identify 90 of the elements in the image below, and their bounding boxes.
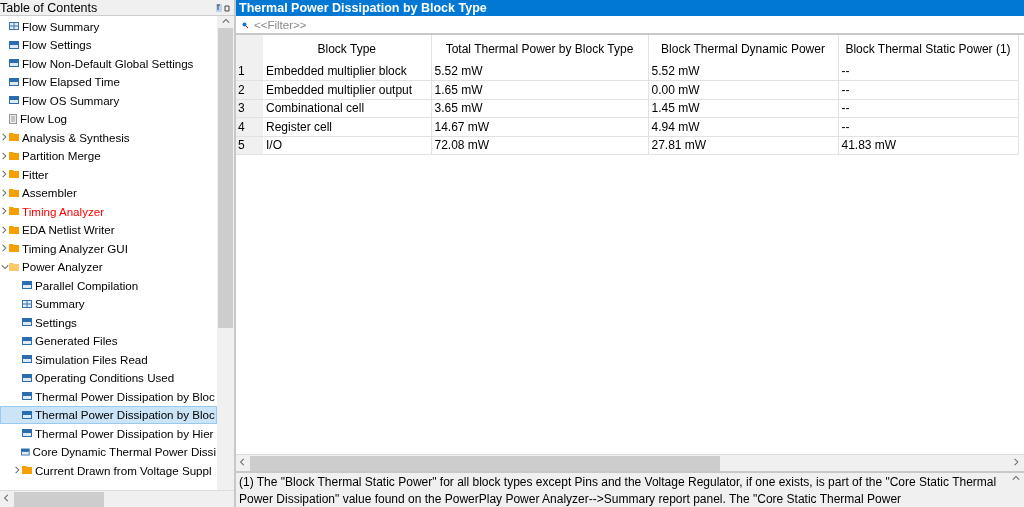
table-icon [22, 429, 32, 438]
table-cell: 14.67 mW [431, 117, 648, 136]
tree-item[interactable]: Thermal Power Dissipation by Hier [0, 424, 217, 443]
table-cell: 5.52 mW [431, 62, 648, 81]
scroll-up-icon[interactable] [221, 16, 230, 26]
table-cell: 5.52 mW [648, 62, 838, 81]
collapsed-chevron-icon[interactable] [1, 187, 9, 198]
collapsed-chevron-icon[interactable] [1, 132, 9, 143]
table-cell: 72.08 mW [431, 136, 648, 155]
table-icon [9, 96, 19, 105]
tree-item[interactable]: Simulation Files Read [0, 350, 217, 369]
tree-item[interactable]: Settings [0, 313, 217, 332]
tree-item[interactable]: Partition Merge [0, 146, 217, 165]
tree-item[interactable]: Flow Log [0, 109, 217, 128]
row-number: 1 [236, 62, 263, 81]
tree-item[interactable]: Flow Elapsed Time [0, 72, 217, 91]
report-title: Thermal Power Dissipation by Block Type [236, 0, 1024, 16]
collapsed-chevron-icon[interactable] [1, 150, 9, 161]
table-icon [22, 355, 32, 364]
horizontal-scrollbar[interactable] [236, 454, 1024, 471]
footnote-text: (1) The "Block Thermal Static Power" for all block types except Pins and the Voltage Regulator, if one exists, is part of the "Core Static Thermal Power Dissipation" value found on the PowerPlay Power Analyzer-->Summary report panel. The "Core Static Thermal Power [238, 474, 998, 507]
collapsed-chevron-icon[interactable] [1, 224, 9, 235]
table-cell: 4.94 mW [648, 117, 838, 136]
tree-item[interactable]: EDA Netlist Writer [0, 220, 217, 239]
pin-icon[interactable] [216, 3, 230, 12]
search-icon [242, 21, 248, 28]
tree-item[interactable]: Thermal Power Dissipation by Bloc [0, 405, 217, 424]
tree-item[interactable]: Fitter [0, 165, 217, 184]
tree-item[interactable]: Thermal Power Dissipation by Bloc [0, 387, 217, 406]
horizontal-scrollbar[interactable] [0, 490, 234, 507]
scroll-left-icon[interactable] [3, 493, 11, 503]
collapsed-chevron-icon[interactable] [1, 169, 9, 180]
folder-icon [22, 466, 32, 475]
column-header[interactable]: Total Thermal Power by Block Type [431, 35, 648, 62]
table-cell: Embedded multiplier block [263, 62, 431, 81]
tree-item[interactable]: Operating Conditions Used [0, 368, 217, 387]
table-icon [22, 410, 32, 419]
scroll-up-icon[interactable] [1011, 473, 1020, 483]
tree-item[interactable]: Timing Analyzer [0, 202, 217, 221]
table-icon [9, 59, 19, 68]
table-cell: -- [838, 80, 1018, 99]
table-cell: -- [838, 117, 1018, 136]
table-cell: -- [838, 62, 1018, 81]
column-header[interactable]: Block Type [263, 35, 431, 62]
table-icon [22, 373, 32, 382]
table-icon [20, 447, 30, 456]
grid-icon [22, 299, 32, 308]
table-cell: 0.00 mW [648, 80, 838, 99]
vertical-scrollbar[interactable] [217, 16, 234, 490]
table-icon [22, 318, 32, 327]
table-icon [22, 281, 32, 290]
tree-item[interactable]: Power Analyzer [0, 257, 217, 276]
scroll-left-icon[interactable] [239, 457, 247, 467]
tree-item[interactable]: Analysis & Synthesis [0, 128, 217, 147]
tree-item[interactable]: Flow Non-Default Global Settings [0, 54, 217, 73]
grid-icon [9, 22, 19, 31]
collapsed-chevron-icon[interactable] [1, 243, 9, 254]
table-cell: 1.45 mW [648, 99, 838, 118]
table-cell: 27.81 mW [648, 136, 838, 155]
table-cell: 3.65 mW [431, 99, 648, 118]
table-cell: Embedded multiplier output [263, 80, 431, 99]
tree-item[interactable]: Core Dynamic Thermal Power Dissi [0, 442, 217, 461]
collapsed-chevron-icon[interactable] [1, 206, 9, 217]
tree-item[interactable]: Flow Settings [0, 35, 217, 54]
filter-field[interactable]: <<Filter>> [252, 17, 1024, 32]
table-cell: Combinational cell [263, 99, 431, 118]
table-cell: 41.83 mW [838, 136, 1018, 155]
column-header[interactable]: Block Thermal Static Power (1) [838, 35, 1018, 62]
document-icon [9, 113, 17, 124]
scroll-right-icon[interactable] [1013, 457, 1021, 467]
table-icon [9, 77, 19, 86]
tree-item[interactable]: Parallel Compilation [0, 276, 217, 295]
table-icon [9, 40, 19, 49]
tree-item[interactable]: Summary [0, 294, 217, 313]
tree-item[interactable]: Generated Files [0, 331, 217, 350]
pane-title: Table of Contents [0, 0, 98, 15]
column-header[interactable]: Block Thermal Dynamic Power [648, 35, 838, 62]
tree-item[interactable]: Current Drawn from Voltage Suppl [0, 461, 217, 480]
tree-item[interactable]: Assembler [0, 183, 217, 202]
tree-item[interactable]: Timing Analyzer GUI [0, 239, 217, 258]
table-icon [22, 392, 32, 401]
table-cell: I/O [263, 136, 431, 155]
table-cell: Register cell [263, 117, 431, 136]
table-cell: -- [838, 99, 1018, 118]
corner-cell [236, 35, 263, 62]
table-cell: 1.65 mW [431, 80, 648, 99]
table-icon [22, 336, 32, 345]
tree-item[interactable]: Flow Summary [0, 17, 217, 36]
collapsed-chevron-icon[interactable] [14, 465, 22, 476]
tree-item[interactable]: Flow OS Summary [0, 91, 217, 110]
